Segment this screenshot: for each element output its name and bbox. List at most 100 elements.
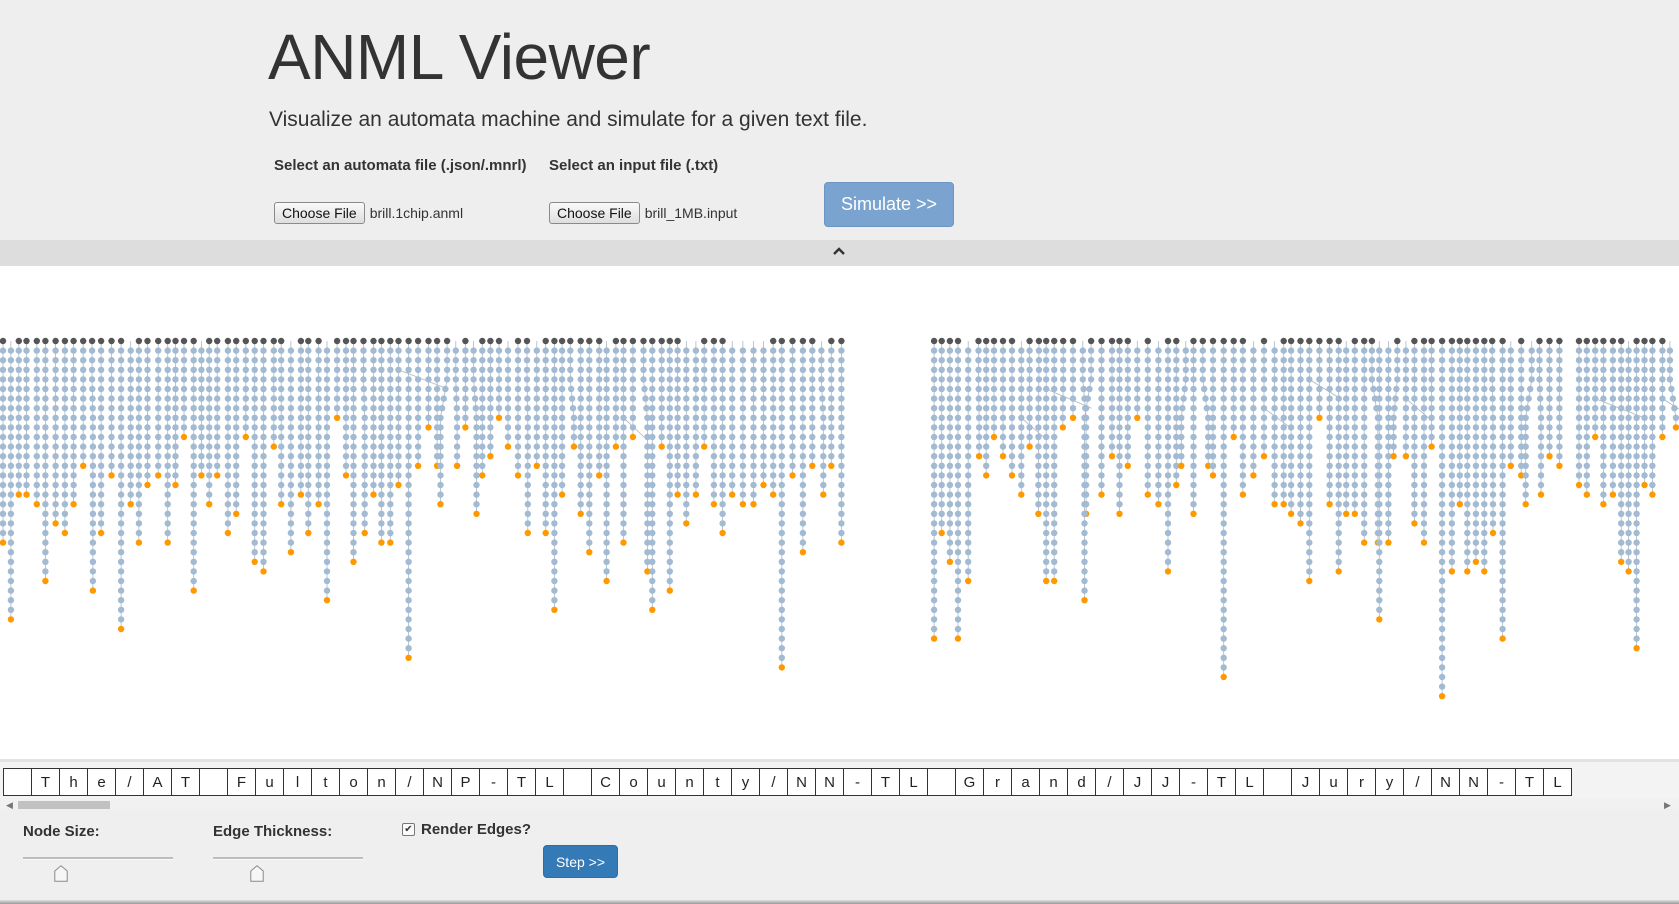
state-node[interactable] [180,395,188,402]
state-node[interactable] [820,472,827,479]
start-node[interactable] [551,337,558,345]
state-node[interactable] [666,558,673,565]
state-node[interactable] [750,366,757,373]
state-node[interactable] [487,376,494,383]
state-node[interactable] [930,472,938,479]
state-node[interactable] [251,424,258,431]
state-node[interactable] [692,385,700,393]
state-node[interactable] [251,481,258,489]
state-node[interactable] [233,491,240,498]
state-node[interactable] [523,347,531,354]
state-node[interactable] [242,366,249,373]
state-node[interactable] [666,424,673,431]
start-node[interactable] [395,337,402,345]
state-node[interactable] [596,366,603,373]
report-node[interactable] [495,414,503,421]
state-node[interactable] [739,414,747,421]
state-node[interactable] [405,625,412,633]
state-node[interactable] [387,510,394,517]
state-node[interactable] [387,424,394,431]
state-node[interactable] [323,414,331,421]
state-node[interactable] [144,453,151,460]
state-node[interactable] [242,424,249,431]
state-node[interactable] [551,481,558,489]
start-node[interactable] [117,337,125,345]
state-node[interactable] [975,347,982,354]
state-node[interactable] [729,472,736,479]
state-node[interactable] [350,424,357,431]
state-node[interactable] [586,414,593,421]
state-node[interactable] [242,405,249,412]
state-node[interactable] [0,357,7,364]
state-node[interactable] [260,414,267,421]
state-node[interactable] [778,357,785,364]
state-node[interactable] [108,414,115,421]
state-node[interactable] [117,481,125,489]
state-node[interactable] [42,501,49,508]
state-node[interactable] [930,347,938,354]
state-node[interactable] [42,453,49,460]
report-node[interactable] [570,443,578,450]
start-node[interactable] [155,337,162,345]
state-node[interactable] [287,385,295,393]
report-node[interactable] [462,424,469,431]
start-node[interactable] [278,337,285,345]
state-node[interactable] [135,443,143,450]
state-node[interactable] [778,481,785,489]
state-node[interactable] [315,405,322,412]
state-node[interactable] [305,510,312,517]
state-node[interactable] [172,424,179,431]
state-node[interactable] [323,385,331,393]
state-node[interactable] [214,376,221,383]
state-node[interactable] [144,376,151,383]
state-node[interactable] [52,347,59,354]
state-node[interactable] [710,472,718,479]
state-node[interactable] [97,385,105,393]
state-node[interactable] [190,510,197,517]
state-node[interactable] [405,501,412,508]
state-node[interactable] [97,433,105,441]
state-node[interactable] [287,347,295,354]
state-node[interactable] [551,472,558,479]
state-node[interactable] [287,529,295,537]
state-node[interactable] [361,414,368,421]
state-node[interactable] [479,462,486,469]
state-node[interactable] [144,433,151,441]
report-node[interactable] [719,529,726,537]
report-node[interactable] [0,539,7,546]
state-node[interactable] [297,376,305,383]
state-node[interactable] [172,433,179,441]
state-node[interactable] [558,366,566,373]
state-node[interactable] [674,357,681,364]
state-node[interactable] [287,453,295,460]
state-node[interactable] [729,395,736,402]
state-node[interactable] [954,357,962,364]
state-node[interactable] [42,443,49,450]
state-node[interactable] [206,347,213,354]
state-node[interactable] [954,568,962,575]
state-node[interactable] [930,577,938,585]
report-node[interactable] [117,625,125,633]
report-node[interactable] [305,529,312,537]
start-node[interactable] [443,337,451,345]
start-node[interactable] [433,337,441,345]
state-node[interactable] [164,357,171,364]
state-node[interactable] [965,472,972,479]
state-node[interactable] [378,357,385,364]
state-node[interactable] [620,510,627,517]
state-node[interactable] [144,462,151,469]
state-node[interactable] [975,366,982,373]
state-node[interactable] [61,453,69,460]
state-node[interactable] [323,587,331,594]
state-node[interactable] [760,385,767,393]
state-node[interactable] [603,414,610,421]
state-node[interactable] [946,481,954,489]
state-node[interactable] [80,424,87,431]
state-node[interactable] [414,443,422,450]
state-node[interactable] [701,414,708,421]
state-node[interactable] [719,491,726,498]
state-node[interactable] [558,376,566,383]
state-node[interactable] [23,366,30,373]
state-node[interactable] [387,405,394,412]
state-node[interactable] [438,405,446,412]
